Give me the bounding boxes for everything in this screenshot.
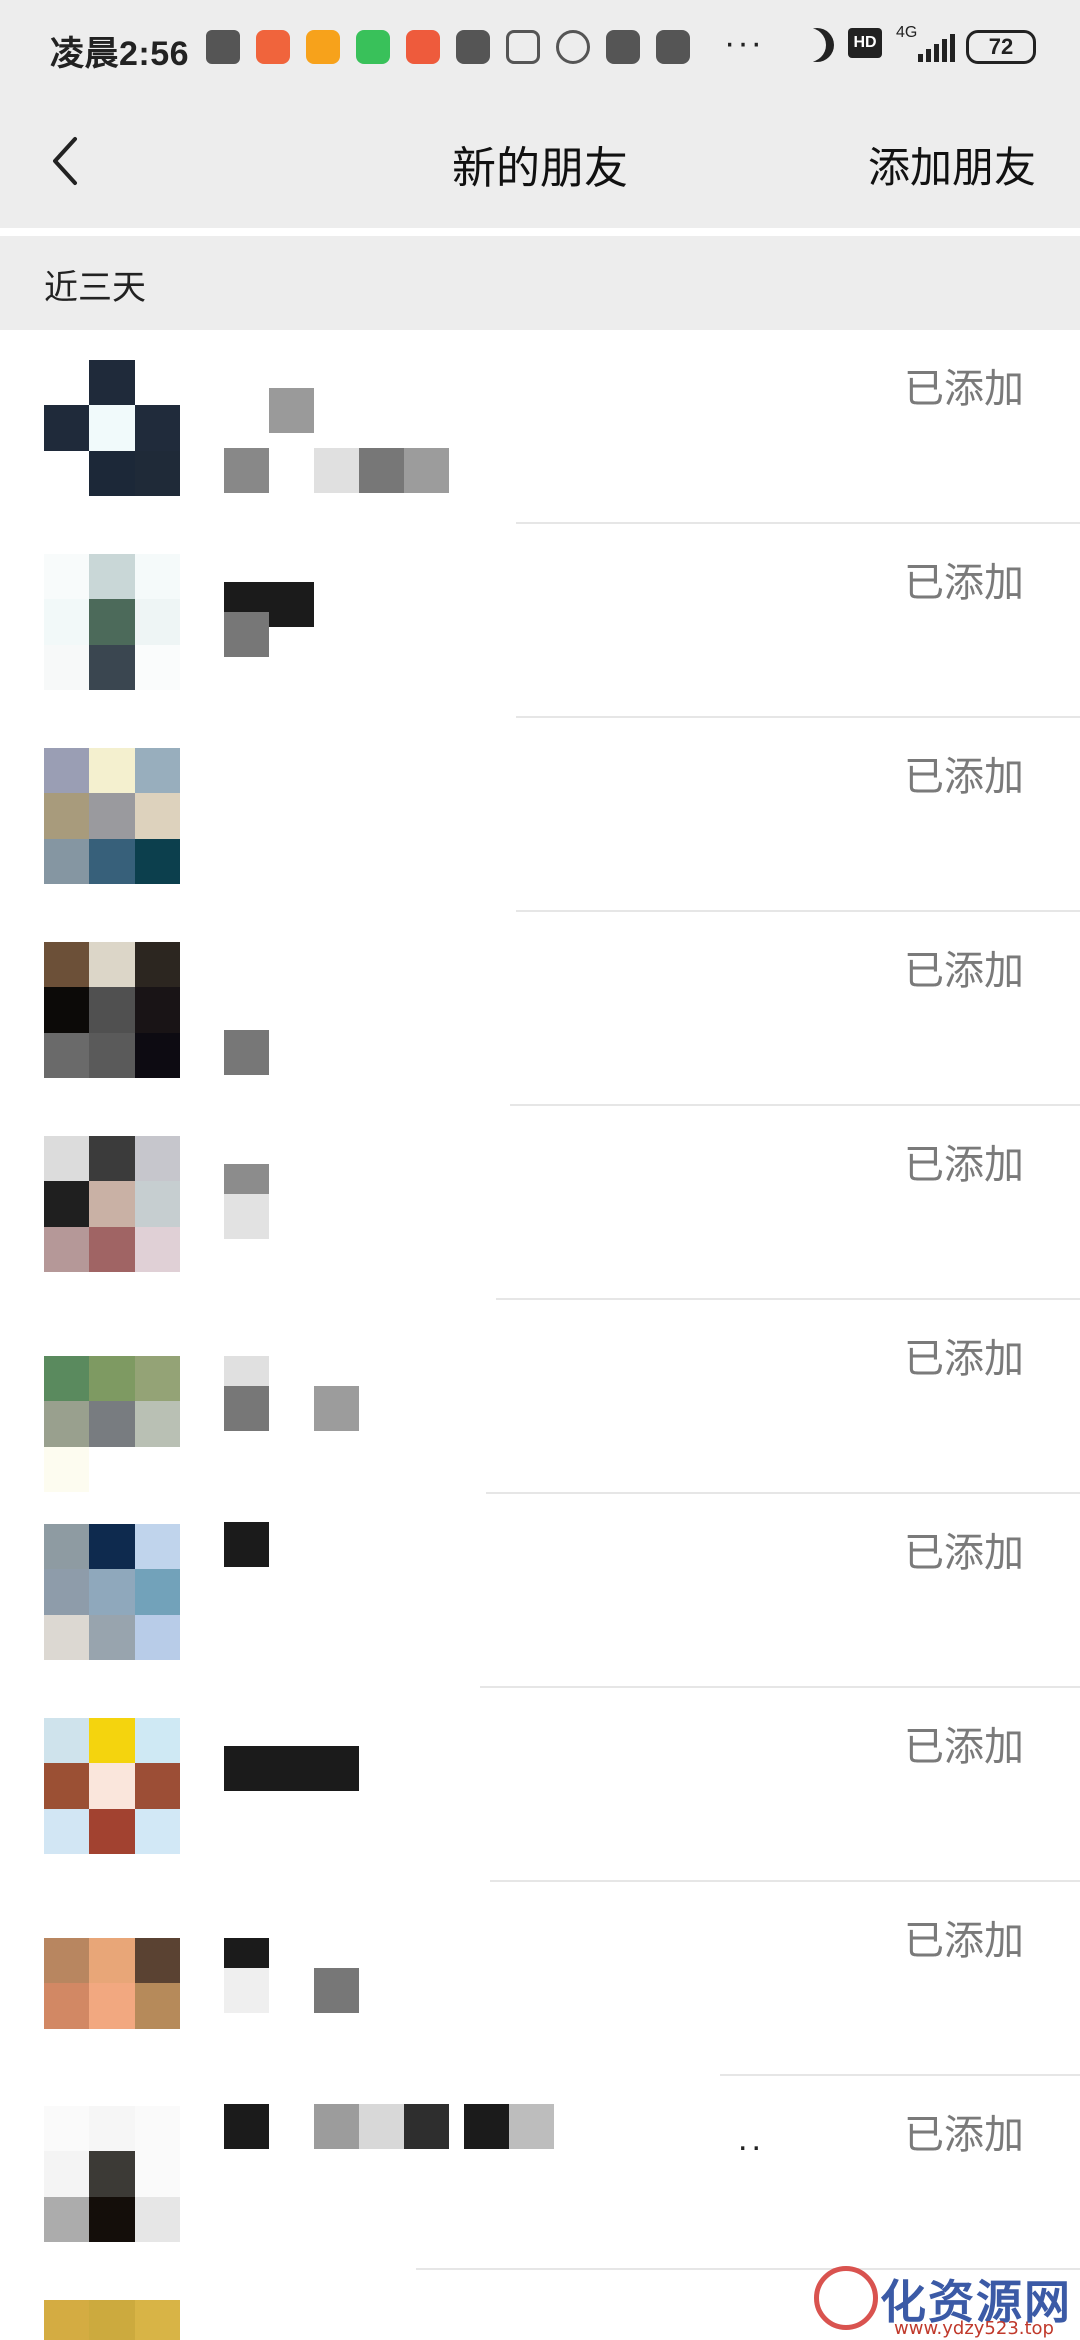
contact-name-pixelated — [224, 1134, 724, 1274]
contact-name-pixelated — [224, 940, 724, 1080]
avatar — [44, 360, 180, 496]
upload-icon — [456, 30, 490, 64]
watermark-url: www.ydzy523.top — [894, 2318, 1054, 2339]
moon-icon — [800, 28, 834, 62]
add-friend-button[interactable]: 添加朋友 — [868, 134, 1036, 195]
avatar — [44, 1718, 180, 1854]
list-item[interactable]: 已添加 — [0, 1882, 1080, 2076]
status-added-label: 已添加 — [904, 367, 1024, 411]
status-added-label: 已添加 — [904, 1531, 1024, 1575]
avatar — [44, 1524, 180, 1660]
status-added-label: 已添加 — [904, 1143, 1024, 1187]
ellipsis-text: .. — [738, 2120, 765, 2158]
status-time: 凌晨2:56 — [50, 35, 190, 73]
avatar — [44, 1938, 180, 2074]
contact-name-pixelated — [224, 552, 724, 692]
alarm-icon — [556, 30, 590, 64]
contact-name-pixelated — [224, 1938, 724, 2078]
contact-name-pixelated — [224, 1356, 724, 1496]
app-orange-icon — [256, 30, 290, 64]
avatar — [44, 2106, 180, 2242]
contact-name-pixelated — [224, 2104, 724, 2244]
message-icon — [206, 30, 240, 64]
signal-icon — [916, 34, 956, 62]
divider — [0, 228, 1080, 236]
list-item[interactable]: 已添加 — [0, 1300, 1080, 1494]
contact-name-pixelated — [224, 746, 724, 886]
contact-name-pixelated — [224, 1716, 724, 1856]
status-added-label: 已添加 — [904, 1919, 1024, 1963]
watermark-logo-icon — [814, 2266, 878, 2330]
status-bar: 凌晨2:56 ··· HD 4G 72 — [0, 0, 1080, 96]
avatar — [44, 554, 180, 690]
mi-store-icon — [606, 30, 640, 64]
avatar — [44, 1136, 180, 1272]
status-added-label: 已添加 — [904, 2113, 1024, 2157]
hd-icon: HD — [848, 28, 882, 58]
section-label: 近三天 — [44, 269, 146, 307]
contact-name-pixelated — [224, 358, 724, 498]
list-item[interactable]: 已添加 — [0, 1106, 1080, 1300]
list-item[interactable]: 已添加 — [0, 1688, 1080, 1882]
list-item[interactable]: 已添加 — [0, 718, 1080, 912]
mi-store-icon — [656, 30, 690, 64]
status-added-label: 已添加 — [904, 561, 1024, 605]
contact-name-pixelated — [224, 1522, 724, 1662]
list-item[interactable]: .. 已添加 — [0, 2076, 1080, 2270]
wechat-icon — [356, 30, 390, 64]
status-added-label: 已添加 — [904, 755, 1024, 799]
shield-icon — [306, 30, 340, 64]
top-bar: 新的朋友 添加朋友 — [0, 96, 1080, 228]
list-item[interactable]: 已添加 — [0, 524, 1080, 718]
avatar — [44, 2300, 180, 2340]
app-red-icon — [406, 30, 440, 64]
status-added-label: 已添加 — [904, 1337, 1024, 1381]
avatar — [44, 748, 180, 884]
network-type: 4G — [896, 24, 918, 41]
watermark: 化资源网 www.ydzy523.top — [810, 2262, 1080, 2340]
avatar — [44, 1356, 180, 1492]
battery-icon: 72 — [966, 30, 1036, 64]
more-notifications-indicator: ··· — [724, 24, 764, 62]
list-item[interactable]: 已添加 — [0, 912, 1080, 1106]
list-item[interactable]: 已添加 — [0, 1494, 1080, 1688]
status-added-label: 已添加 — [904, 1725, 1024, 1769]
friend-list: 已添加 已添加 已添加 已添加 已添加 已添加 已添加 已添加 已添加 .. 已… — [0, 330, 1080, 2340]
avatar — [44, 942, 180, 1078]
section-header: 近三天 — [0, 236, 1080, 330]
voicemail-icon — [506, 30, 540, 64]
status-added-label: 已添加 — [904, 949, 1024, 993]
list-item[interactable]: 已添加 — [0, 330, 1080, 524]
